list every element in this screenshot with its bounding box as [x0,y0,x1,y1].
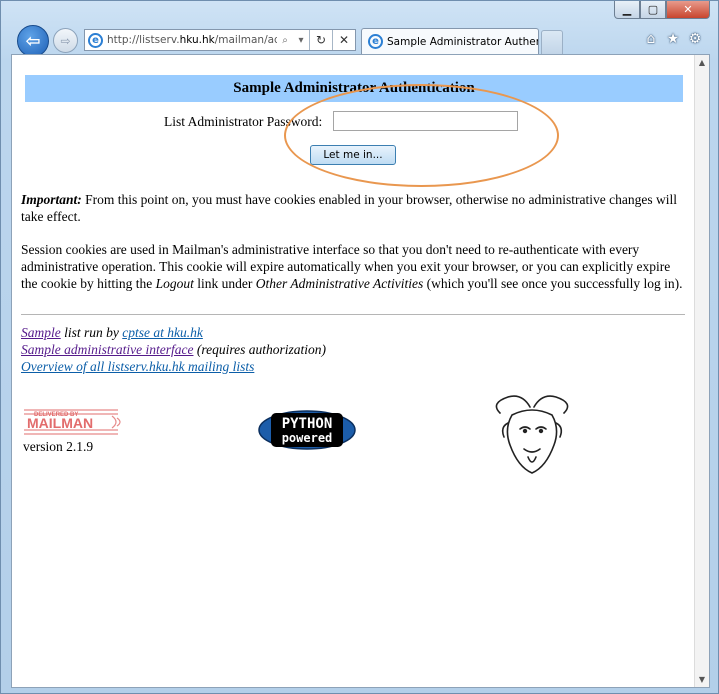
scroll-down-icon[interactable]: ▼ [695,672,709,687]
session-text-3: (which you'll see once you successfully … [423,276,683,291]
back-button[interactable]: ⇦ [17,25,49,57]
mailman-logo[interactable]: DELIVERED BY MAILMAN [22,406,126,442]
close-window-button[interactable]: ✕ [666,1,710,19]
divider [21,314,685,315]
vertical-scrollbar[interactable]: ▲ ▼ [694,55,709,687]
chevron-down-icon[interactable]: ▾ [293,35,309,46]
page-title: Sample Administrator Authentication [25,75,683,102]
mailman-logo-text: MAILMAN [27,415,93,431]
address-url[interactable]: http://listserv.hku.hk/mailman/admi [107,34,277,46]
address-rest: /mailman/admi [214,34,277,46]
password-field[interactable] [333,111,518,131]
python-powered-logo[interactable]: PYTHON powered [257,409,357,455]
list-link[interactable]: Sample [21,325,61,340]
ie-page-icon: e [88,32,103,48]
other-admin-text: Other Administrative Activities [255,276,424,291]
refresh-button[interactable]: ↻ [309,30,332,50]
logout-text: Logout [155,276,194,291]
home-icon[interactable]: ⌂ [642,29,660,49]
admin-interface-link[interactable]: Sample administrative interface [21,342,193,357]
browser-window: ▁ ▢ ✕ ⇦ ⇨ e http://listserv.hku.hk/mailm… [0,0,719,694]
session-cookies-notice: Session cookies are used in Mailman's ad… [21,241,687,292]
footer-links: Sample list run by cptse at hku.hk Sampl… [21,324,326,375]
overview-link[interactable]: Overview of all listserv.hku.hk mailing … [21,359,254,374]
python-logo-line2: powered [282,431,333,445]
overview-line: Overview of all listserv.hku.hk mailing … [21,358,326,375]
new-tab-button[interactable] [541,30,563,54]
important-label: Important: [21,192,82,207]
tab-title: Sample Administrator Authen... [387,35,538,48]
password-label: List Administrator Password: [164,114,323,129]
ie-page-icon: e [368,34,383,49]
gear-icon[interactable]: ⚙ [686,29,704,49]
maximize-button[interactable]: ▢ [640,1,666,19]
favorites-star-icon[interactable]: ★ [664,29,682,49]
admin-interface-note: (requires authorization) [193,342,326,357]
important-notice: Important: From this point on, you must … [21,191,687,225]
window-controls: ▁ ▢ ✕ [614,1,710,21]
scroll-up-icon[interactable]: ▲ [695,55,709,70]
owner-email-link[interactable]: cptse at hku.hk [122,325,203,340]
version-label: version 2.1.9 [23,439,94,454]
important-text: From this point on, you must have cookie… [21,192,677,224]
gnu-head-logo[interactable] [490,393,574,479]
address-prefix: http://listserv. [107,34,180,46]
python-logo-line1: PYTHON [282,416,333,432]
minimize-button[interactable]: ▁ [614,1,640,19]
forward-button[interactable]: ⇨ [53,28,78,53]
address-domain: hku.hk [179,34,215,46]
list-info-line: Sample list run by cptse at hku.hk [21,324,326,341]
page-viewport: Sample Administrator Authentication List… [11,54,710,688]
page-content: Sample Administrator Authentication List… [12,55,695,687]
browser-toolbar-icons: ⌂ ★ ⚙ [642,29,704,49]
address-bar[interactable]: e http://listserv.hku.hk/mailman/admi ⌕ … [84,29,356,51]
search-icon[interactable]: ⌕ [277,35,293,46]
admin-interface-line: Sample administrative interface (require… [21,341,326,358]
tab-active[interactable]: e Sample Administrator Authen... [361,28,539,54]
login-button[interactable]: Let me in... [310,145,396,165]
stop-button[interactable]: ✕ [332,30,355,50]
session-text-2: link under [193,276,256,291]
list-run-by-text: list run by [60,325,123,340]
